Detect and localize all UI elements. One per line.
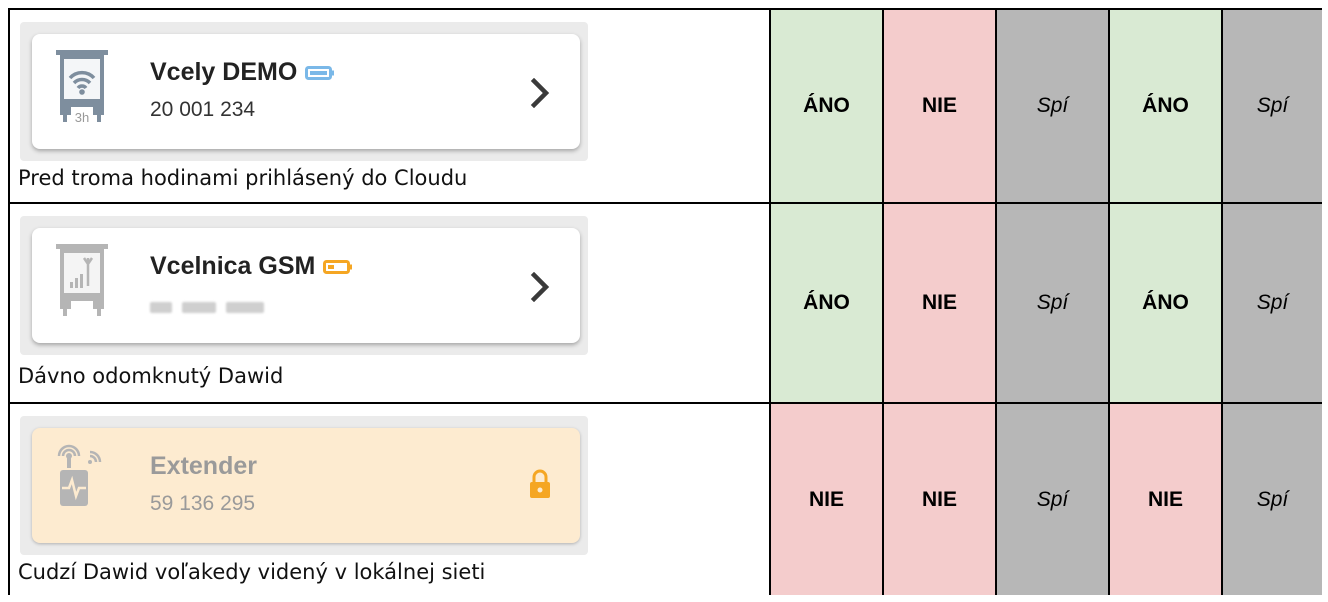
device-card-frame: Vcelnica GSM — [20, 216, 588, 355]
device-card-frame: Extender 59 136 295 — [20, 416, 588, 555]
value-cell: NIE — [882, 8, 997, 204]
value-cell: NIE — [769, 402, 884, 595]
table-row: Extender 59 136 295 Cudzí Dawid voľakedy… — [8, 402, 1322, 595]
value-cell: NIE — [882, 402, 997, 595]
device-card-extender[interactable]: Extender 59 136 295 — [32, 428, 580, 543]
value-cell: NIE — [1108, 402, 1223, 595]
value-cell: ÁNO — [769, 8, 884, 204]
device-card-vcelnica-gsm[interactable]: Vcelnica GSM — [32, 228, 580, 343]
value-cell: Spí — [1221, 402, 1322, 595]
device-card-frame: 3h Vcely DEMO 20 001 234 — [20, 22, 588, 161]
table-row: 3h Vcely DEMO 20 001 234 Pred troma hodi… — [8, 8, 1322, 204]
status-table: 3h Vcely DEMO 20 001 234 Pred troma hodi… — [8, 8, 1322, 595]
device-cell: Extender 59 136 295 Cudzí Dawid voľakedy… — [8, 402, 771, 595]
device-cell: Vcelnica GSM Dávno odomknutý Dawid — [8, 202, 771, 404]
value-cell: NIE — [882, 202, 997, 404]
value-cell: ÁNO — [1108, 202, 1223, 404]
lock-icon[interactable] — [528, 468, 552, 500]
row-description: Dávno odomknutý Dawid — [18, 364, 284, 388]
value-cell: ÁNO — [1108, 8, 1223, 204]
row-description: Cudzí Dawid voľakedy videný v lokálnej s… — [18, 560, 486, 584]
device-serial: 20 001 234 — [150, 98, 256, 121]
value-cell: ÁNO — [769, 202, 884, 404]
device-name: Vcely DEMO — [150, 58, 298, 86]
chevron-right-icon[interactable] — [530, 78, 550, 108]
chevron-right-icon[interactable] — [530, 272, 550, 302]
value-cell: Spí — [995, 402, 1110, 595]
table-row: Vcelnica GSM Dávno odomknutý Dawid ÁNO N… — [8, 202, 1322, 404]
device-name: Extender — [150, 452, 257, 480]
row-description: Pred troma hodinami prihlásený do Cloudu — [18, 166, 468, 190]
value-cell: Spí — [1221, 8, 1322, 204]
hive-gsm-icon — [54, 244, 110, 322]
value-cell: Spí — [995, 8, 1110, 204]
value-cell: Spí — [1221, 202, 1322, 404]
value-cell: Spí — [995, 202, 1110, 404]
device-name: Vcelnica GSM — [150, 252, 316, 280]
last-seen-age: 3h — [74, 110, 90, 125]
device-cell: 3h Vcely DEMO 20 001 234 Pred troma hodi… — [8, 8, 771, 204]
extender-icon — [54, 444, 110, 522]
device-card-vcely-demo[interactable]: 3h Vcely DEMO 20 001 234 — [32, 34, 580, 149]
device-serial: 59 136 295 — [150, 492, 256, 515]
battery-orange-icon — [323, 259, 353, 274]
device-serial-redacted — [150, 302, 264, 313]
battery-blue-icon — [305, 65, 335, 80]
